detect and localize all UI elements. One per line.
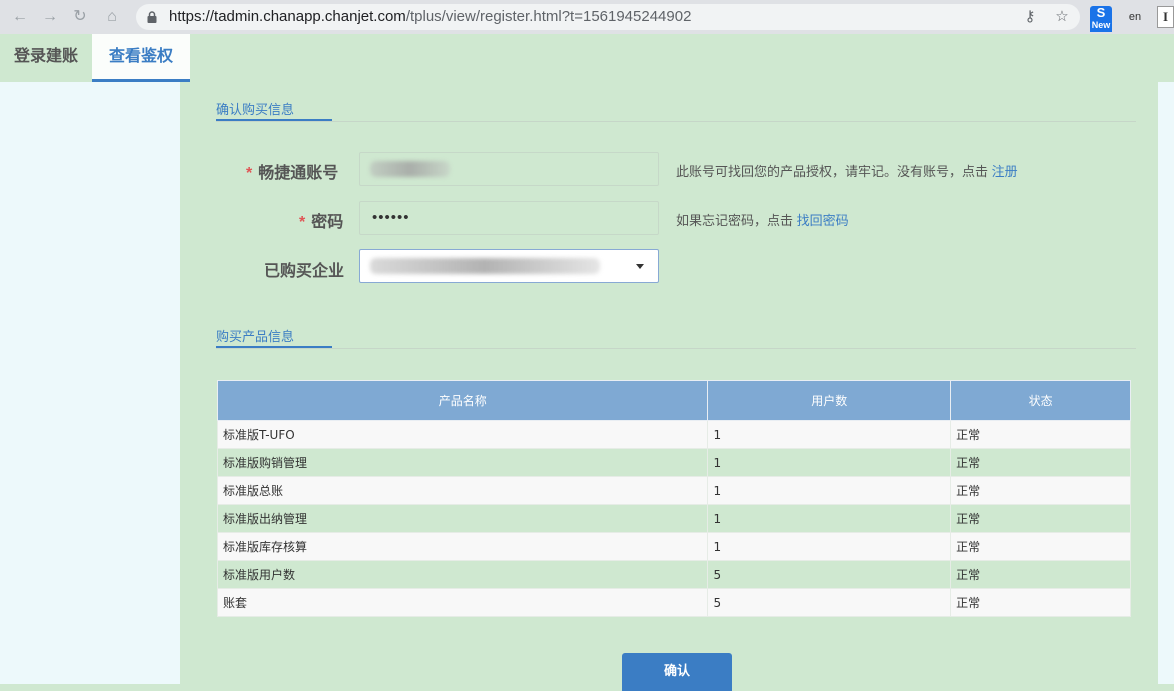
back-icon[interactable]: ← [10, 7, 30, 27]
section-underline [216, 346, 332, 348]
product-table: 产品名称 用户数 状态 标准版T-UFO 1 正常 标准版购销管理 1 正常 标… [216, 380, 1131, 617]
account-label-text: 畅捷通账号 [258, 165, 339, 182]
tab-view-authorization[interactable]: 查看鉴权 [92, 34, 190, 82]
user-count-cell: 1 [707, 476, 952, 505]
status-cell: 正常 [950, 560, 1131, 589]
product-name-cell: 标准版总账 [216, 476, 709, 505]
user-count-cell: 5 [707, 560, 952, 589]
column-header-product: 产品名称 [216, 380, 709, 421]
en-extension-label: en [1128, 11, 1142, 23]
redacted-company [370, 258, 600, 274]
product-name-cell: 标准版购销管理 [216, 448, 709, 477]
purchase-info-title: 确认购买信息 [216, 102, 295, 117]
status-cell: 正常 [950, 588, 1131, 617]
status-cell: 正常 [950, 420, 1131, 449]
divider [216, 121, 1136, 122]
table-row: 标准版T-UFO 1 正常 [216, 420, 1131, 449]
confirm-button[interactable]: 确认 [622, 653, 732, 691]
user-count-cell: 1 [707, 448, 952, 477]
product-name-cell: 标准版库存核算 [216, 532, 709, 561]
url-host: https://tadmin.chanapp.chanjet.com [169, 8, 406, 25]
key-icon[interactable]: ⚷ [1022, 9, 1038, 25]
browser-toolbar: ← → ↻ ⌂ https://tadmin.chanapp.chanjet.c… [0, 0, 1174, 34]
password-hint: 如果忘记密码，点击 找回密码 [676, 210, 849, 229]
required-mark: * [299, 214, 306, 231]
bottom-strip [0, 684, 1174, 691]
product-info-title: 购买产品信息 [216, 329, 295, 344]
product-name-cell: 标准版出纳管理 [216, 504, 709, 533]
table-row: 标准版总账 1 正常 [216, 476, 1131, 505]
account-hint-text: 此账号可找回您的产品授权，请牢记。没有账号，点击 [676, 164, 989, 179]
forward-icon[interactable]: → [40, 7, 60, 27]
home-icon[interactable]: ⌂ [102, 7, 122, 27]
reload-icon[interactable]: ↻ [70, 7, 90, 27]
status-cell: 正常 [950, 504, 1131, 533]
table-row: 标准版用户数 5 正常 [216, 560, 1131, 589]
divider [216, 348, 1136, 349]
table-row: 标准版出纳管理 1 正常 [216, 504, 1131, 533]
status-cell: 正常 [950, 448, 1131, 477]
product-name-cell: 标准版用户数 [216, 560, 709, 589]
s-extension-icon[interactable]: S New [1090, 5, 1112, 32]
address-bar[interactable]: https://tadmin.chanapp.chanjet.com/tplus… [136, 4, 1080, 30]
tab-login-create-account[interactable]: 登录建账 [0, 34, 92, 82]
column-header-status: 状态 [950, 380, 1131, 421]
tab-bar: 登录建账 查看鉴权 [0, 34, 1174, 82]
required-mark: * [246, 165, 253, 182]
table-row: 标准版购销管理 1 正常 [216, 448, 1131, 477]
user-count-cell: 1 [707, 532, 952, 561]
status-cell: 正常 [950, 476, 1131, 505]
right-panel [1158, 82, 1174, 684]
table-header-row: 产品名称 用户数 状态 [216, 380, 1131, 421]
left-panel [0, 82, 180, 684]
redacted-account [370, 161, 450, 177]
s-extension-label: S [1096, 5, 1106, 20]
product-name-cell: 账套 [216, 588, 709, 617]
password-value: •••••• [372, 209, 410, 226]
url-path: /tplus/view/register.html?t=156194524490… [405, 8, 692, 25]
company-select[interactable] [359, 249, 659, 283]
password-hint-text: 如果忘记密码，点击 [676, 213, 794, 228]
company-label: 已购买企业 [264, 263, 345, 280]
user-count-cell: 1 [707, 420, 952, 449]
url-text: https://tadmin.chanapp.chanjet.com/tplus… [169, 8, 691, 25]
table-row: 标准版库存核算 1 正常 [216, 532, 1131, 561]
user-count-cell: 5 [707, 588, 952, 617]
product-name-cell: 标准版T-UFO [216, 420, 709, 449]
translate-extension-icon[interactable]: en [1124, 6, 1146, 28]
account-hint: 此账号可找回您的产品授权，请牢记。没有账号，点击 注册 [676, 161, 1018, 180]
account-label: * 畅捷通账号 [246, 159, 338, 183]
star-icon[interactable]: ☆ [1054, 9, 1070, 25]
column-header-users: 用户数 [707, 380, 952, 421]
password-input[interactable]: •••••• [359, 201, 659, 235]
section-underline [216, 119, 332, 121]
new-badge: New [1090, 19, 1112, 32]
password-label: * 密码 [299, 208, 343, 232]
status-cell: 正常 [950, 532, 1131, 561]
register-link[interactable]: 注册 [992, 164, 1018, 179]
account-input[interactable] [359, 152, 659, 186]
user-count-cell: 1 [707, 504, 952, 533]
password-label-text: 密码 [311, 214, 344, 231]
lock-icon [147, 11, 157, 23]
i-extension-label: I [1162, 9, 1169, 24]
table-row: 账套 5 正常 [216, 588, 1131, 617]
chevron-down-icon [636, 264, 644, 269]
recover-password-link[interactable]: 找回密码 [797, 213, 849, 228]
i-extension-icon[interactable]: I [1157, 6, 1174, 28]
